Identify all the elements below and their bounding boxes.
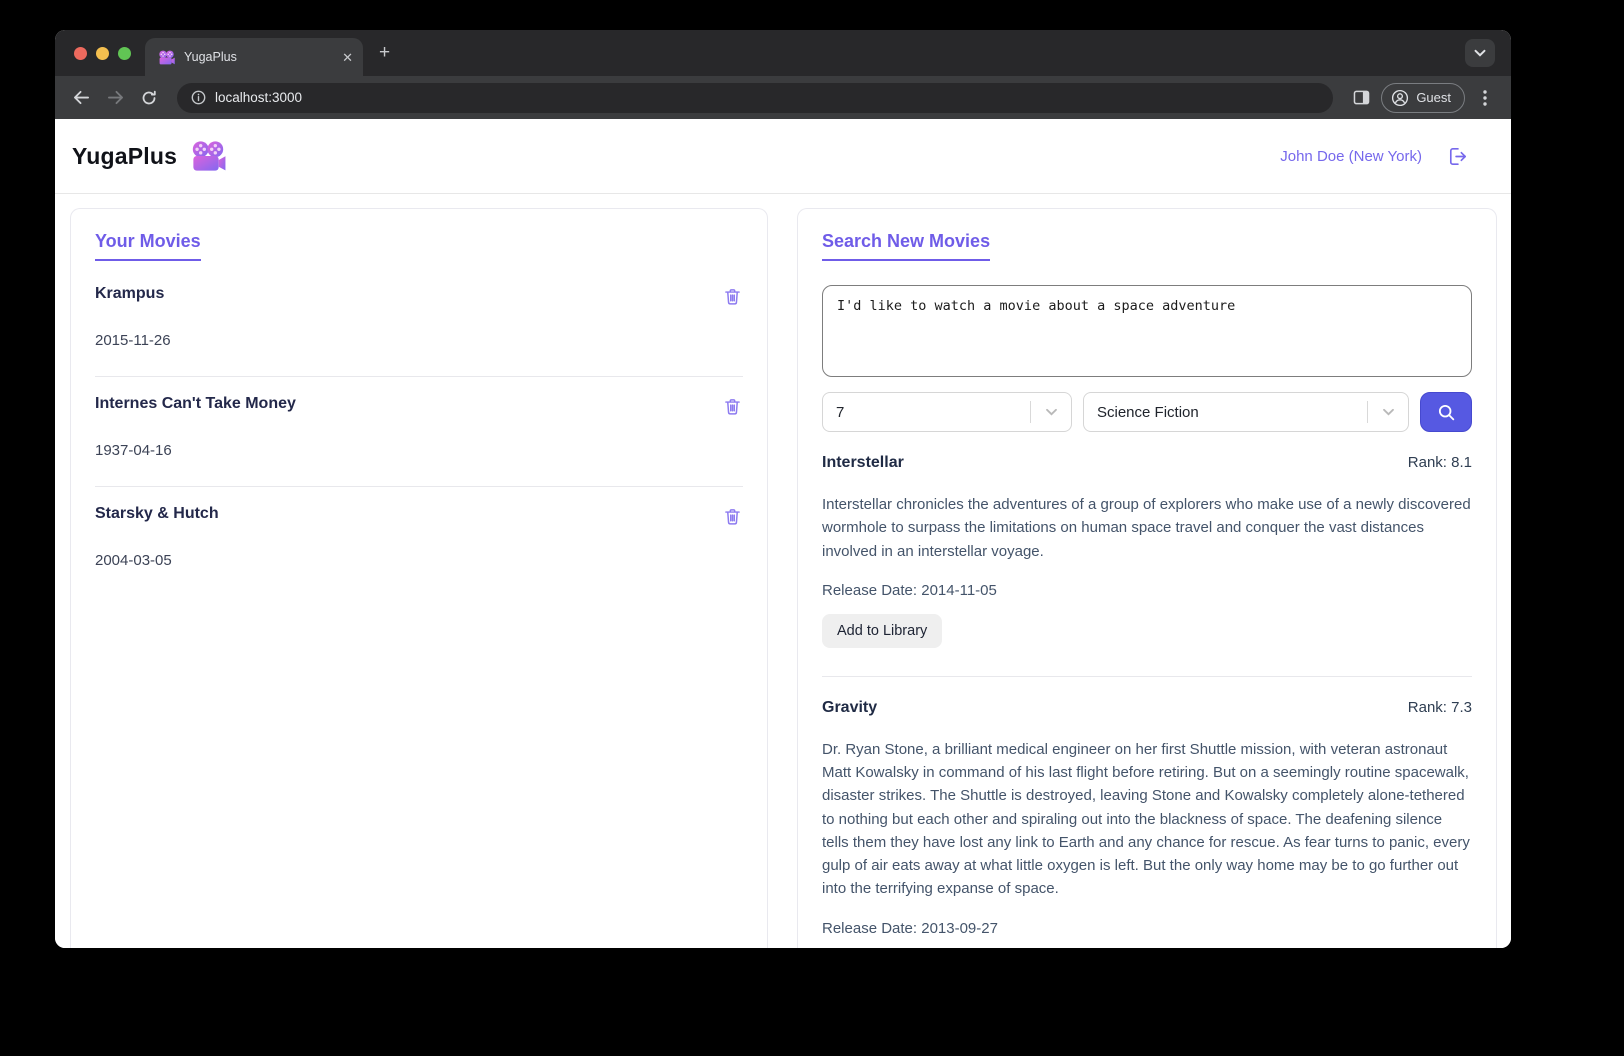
search-query-input[interactable]: I'd like to watch a movie about a space … [822, 285, 1472, 377]
search-button[interactable] [1420, 392, 1472, 432]
url-text: localhost:3000 [215, 90, 302, 105]
category-value: Science Fiction [1097, 404, 1199, 421]
browser-tab-strip: YugaPlus ✕ + [55, 30, 1511, 76]
search-results: Interstellar Rank: 8.1 Interstellar chro… [822, 432, 1472, 948]
search-heading: Search New Movies [822, 231, 990, 261]
result-description: Interstellar chronicles the adventures o… [822, 493, 1472, 563]
movie-title: Internes Can't Take Money [95, 395, 296, 413]
yugaplus-page: YugaPlus John Doe (New York) Your Movies [55, 119, 1511, 948]
result-release-date: Release Date: 2014-11-05 [822, 582, 1472, 599]
result-release-date: Release Date: 2013-09-27 [822, 920, 1472, 937]
delete-movie-trash-icon[interactable] [722, 395, 743, 417]
side-panel-icon[interactable] [1347, 84, 1375, 112]
movie-release-date: 1937-04-16 [95, 442, 743, 459]
site-info-icon[interactable] [191, 90, 206, 105]
library-movie-item: Internes Can't Take Money 1937-04-16 [95, 376, 743, 486]
category-select[interactable]: Science Fiction [1083, 392, 1409, 432]
your-movies-heading: Your Movies [95, 231, 201, 261]
app-header: YugaPlus John Doe (New York) [55, 119, 1511, 194]
result-rank: Rank: 8.1 [1408, 454, 1472, 471]
profile-label: Guest [1416, 90, 1451, 105]
result-rank: Rank: 7.3 [1408, 699, 1472, 716]
add-to-library-button[interactable]: Add to Library [822, 614, 942, 648]
movie-release-date: 2004-03-05 [95, 552, 743, 569]
delete-movie-trash-icon[interactable] [722, 505, 743, 527]
favicon-movie-camera-icon [158, 50, 175, 65]
minimize-window-button[interactable] [96, 47, 109, 60]
max-results-value: 7 [836, 404, 844, 421]
chevron-down-icon [1368, 408, 1408, 416]
result-title: Gravity [822, 699, 877, 717]
movie-list: Krampus 2015-11-26 Internes Can't Take M… [95, 267, 743, 596]
tab-yugaplus[interactable]: YugaPlus ✕ [145, 38, 363, 76]
browser-window: YugaPlus ✕ + localhost:3000 Guest [55, 30, 1511, 948]
result-description: Dr. Ryan Stone, a brilliant medical engi… [822, 738, 1472, 901]
zoom-window-button[interactable] [118, 47, 131, 60]
window-controls [55, 47, 145, 60]
brand: YugaPlus [72, 140, 226, 172]
app-title: YugaPlus [72, 143, 177, 170]
max-results-select[interactable]: 7 [822, 392, 1072, 432]
logout-icon[interactable] [1446, 145, 1469, 168]
tab-search-chevron-icon[interactable] [1465, 39, 1495, 67]
search-result-item: Interstellar Rank: 8.1 Interstellar chro… [822, 432, 1472, 676]
search-controls: 7 Science Fiction [822, 392, 1472, 432]
address-bar[interactable]: localhost:3000 [177, 83, 1333, 113]
library-movie-item: Krampus 2015-11-26 [95, 267, 743, 376]
close-window-button[interactable] [74, 47, 87, 60]
browser-menu-kebab-icon[interactable] [1471, 84, 1499, 112]
library-movie-item: Starsky & Hutch 2004-03-05 [95, 486, 743, 596]
movie-title: Krampus [95, 285, 164, 303]
movie-title: Starsky & Hutch [95, 505, 219, 523]
tab-close-icon[interactable]: ✕ [342, 51, 353, 64]
profile-button[interactable]: Guest [1381, 83, 1465, 113]
user-name: John Doe (New York) [1280, 148, 1422, 165]
your-movies-panel: Your Movies Krampus 2015-11-26 [70, 208, 768, 948]
search-icon [1437, 403, 1456, 422]
movie-release-date: 2015-11-26 [95, 332, 743, 349]
search-result-item: Gravity Rank: 7.3 Dr. Ryan Stone, a bril… [822, 676, 1472, 948]
reload-icon[interactable] [135, 84, 163, 112]
browser-toolbar: localhost:3000 Guest [55, 76, 1511, 119]
result-title: Interstellar [822, 454, 904, 472]
forward-icon[interactable] [101, 84, 129, 112]
back-icon[interactable] [67, 84, 95, 112]
new-tab-button[interactable]: + [379, 42, 390, 64]
main-content: Your Movies Krampus 2015-11-26 [55, 194, 1511, 948]
tab-title: YugaPlus [184, 50, 333, 64]
delete-movie-trash-icon[interactable] [722, 285, 743, 307]
chevron-down-icon [1031, 408, 1071, 416]
search-panel: Search New Movies I'd like to watch a mo… [797, 208, 1497, 948]
movie-camera-logo-icon [190, 140, 226, 172]
